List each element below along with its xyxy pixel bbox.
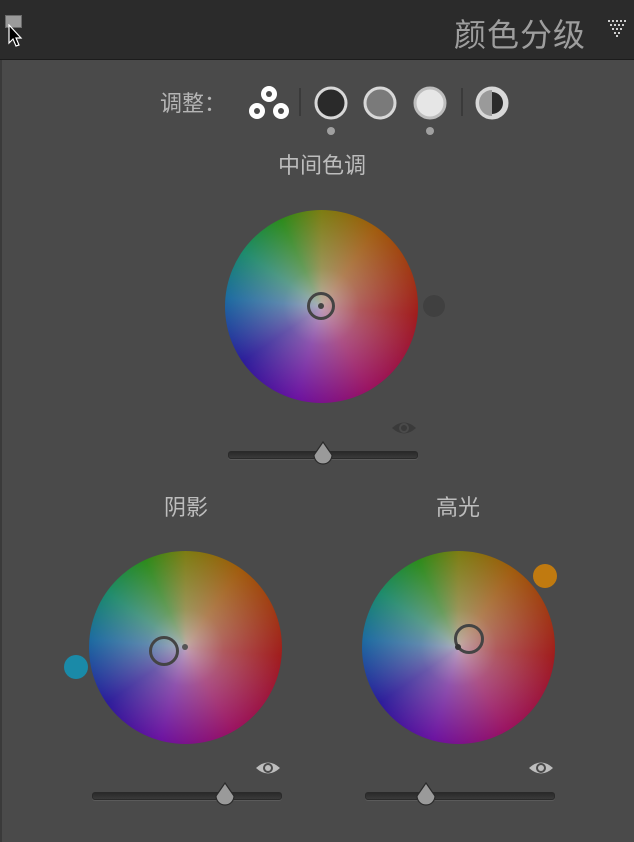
midtones-tint-swatch[interactable] bbox=[423, 295, 445, 317]
highlights-eye-icon[interactable] bbox=[527, 757, 555, 779]
highlights-slider-thumb[interactable] bbox=[414, 782, 438, 806]
shadows-slider-thumb[interactable] bbox=[213, 782, 237, 806]
highlights-tint-swatch[interactable] bbox=[533, 564, 557, 588]
highlights-wheel-center bbox=[455, 644, 461, 650]
highlights-label: 高光 bbox=[435, 496, 480, 521]
separator bbox=[461, 88, 463, 116]
panel-header: 颜色分级 bbox=[0, 0, 634, 60]
shadows-wheel-handle[interactable] bbox=[149, 636, 179, 666]
midtones-wheel-center bbox=[318, 303, 324, 309]
shadows-label: 阴影 bbox=[163, 496, 208, 521]
three-way-icon[interactable] bbox=[248, 84, 290, 122]
triangle-menu-icon[interactable] bbox=[606, 18, 630, 38]
midtones-label: 中间色调 bbox=[277, 154, 366, 179]
shadows-icon[interactable] bbox=[313, 85, 349, 121]
panel-title: 颜色分级 bbox=[453, 16, 586, 54]
shadows-wheel-center bbox=[182, 644, 188, 650]
mouse-cursor-icon bbox=[8, 24, 23, 47]
shadows-tint-swatch[interactable] bbox=[64, 655, 88, 679]
highlights-icon[interactable] bbox=[412, 85, 448, 121]
shadows-active-indicator bbox=[327, 127, 335, 135]
shadows-eye-icon[interactable] bbox=[254, 757, 282, 779]
midtones-eye-icon[interactable] bbox=[390, 417, 418, 439]
separator bbox=[299, 88, 301, 116]
adjust-label: 调整： bbox=[160, 92, 227, 117]
shadows-luminance-slider[interactable] bbox=[92, 792, 282, 800]
global-icon[interactable] bbox=[474, 85, 510, 121]
highlights-active-indicator bbox=[426, 127, 434, 135]
midtones-icon[interactable] bbox=[362, 85, 398, 121]
midtones-slider-thumb[interactable] bbox=[311, 441, 335, 465]
highlights-luminance-slider[interactable] bbox=[365, 792, 555, 800]
